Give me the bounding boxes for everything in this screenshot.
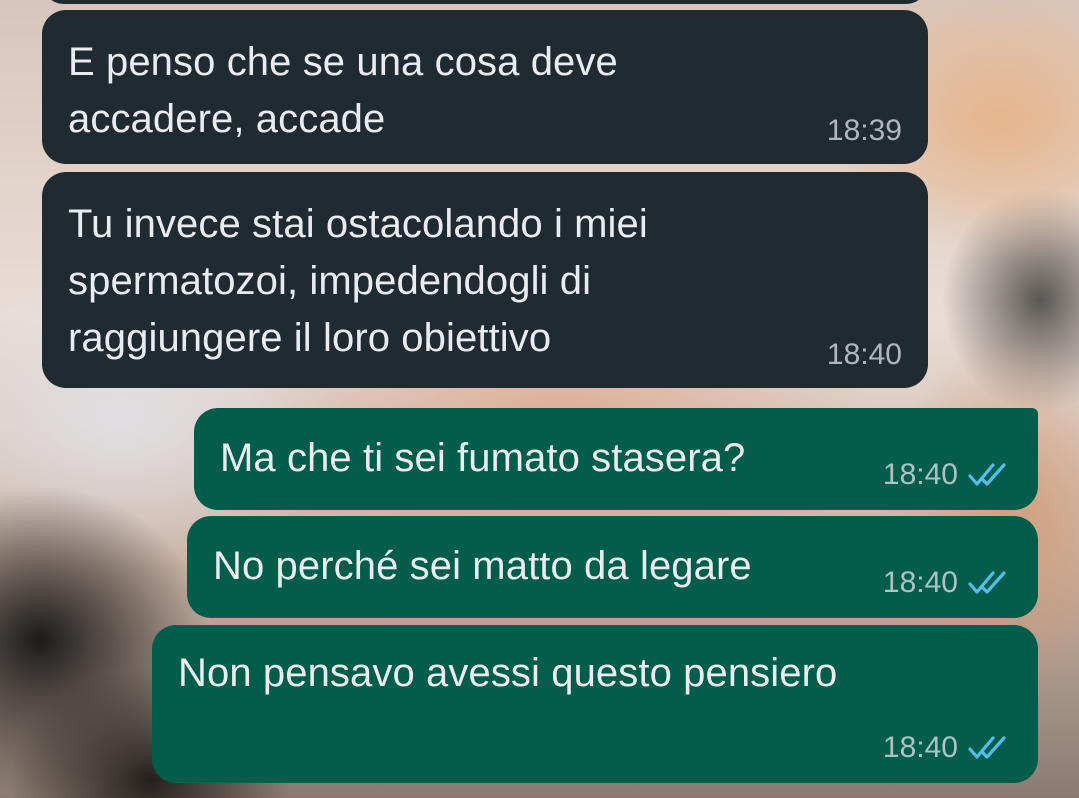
- message-text: Ma che ti sei fumato stasera?: [220, 436, 746, 480]
- double-check-read-icon: [968, 569, 1012, 597]
- previous-message-bubble-partial[interactable]: [42, 0, 928, 4]
- message-meta: 18:40: [827, 338, 902, 372]
- double-check-read-icon: [968, 734, 1012, 762]
- message-meta: 18:40: [883, 458, 1012, 492]
- message-meta: 18:40: [883, 731, 1012, 765]
- message-time: 18:40: [882, 458, 958, 491]
- message-time: 18:40: [826, 338, 902, 371]
- message-text: E penso che se una cosa deve accadere, a…: [68, 40, 618, 141]
- outgoing-message-bubble[interactable]: Non pensavo avessi questo pensiero 18:40: [152, 625, 1038, 783]
- message-time: 18:40: [882, 566, 958, 599]
- message-text: Non pensavo avessi questo pensiero: [178, 651, 838, 695]
- incoming-message-bubble[interactable]: E penso che se una cosa deve accadere, a…: [42, 10, 928, 164]
- outgoing-message-bubble[interactable]: No perché sei matto da legare 18:40: [187, 516, 1038, 618]
- message-meta: 18:40: [883, 566, 1012, 600]
- message-time: 18:39: [826, 114, 902, 147]
- message-meta: 18:39: [827, 114, 902, 148]
- message-time: 18:40: [882, 731, 958, 764]
- message-text: No perché sei matto da legare: [213, 544, 752, 588]
- double-check-read-icon: [968, 461, 1012, 489]
- outgoing-message-bubble[interactable]: Ma che ti sei fumato stasera? 18:40: [194, 408, 1038, 510]
- message-text: Tu invece stai ostacolando i miei sperma…: [68, 202, 648, 360]
- incoming-message-bubble[interactable]: Tu invece stai ostacolando i miei sperma…: [42, 172, 928, 388]
